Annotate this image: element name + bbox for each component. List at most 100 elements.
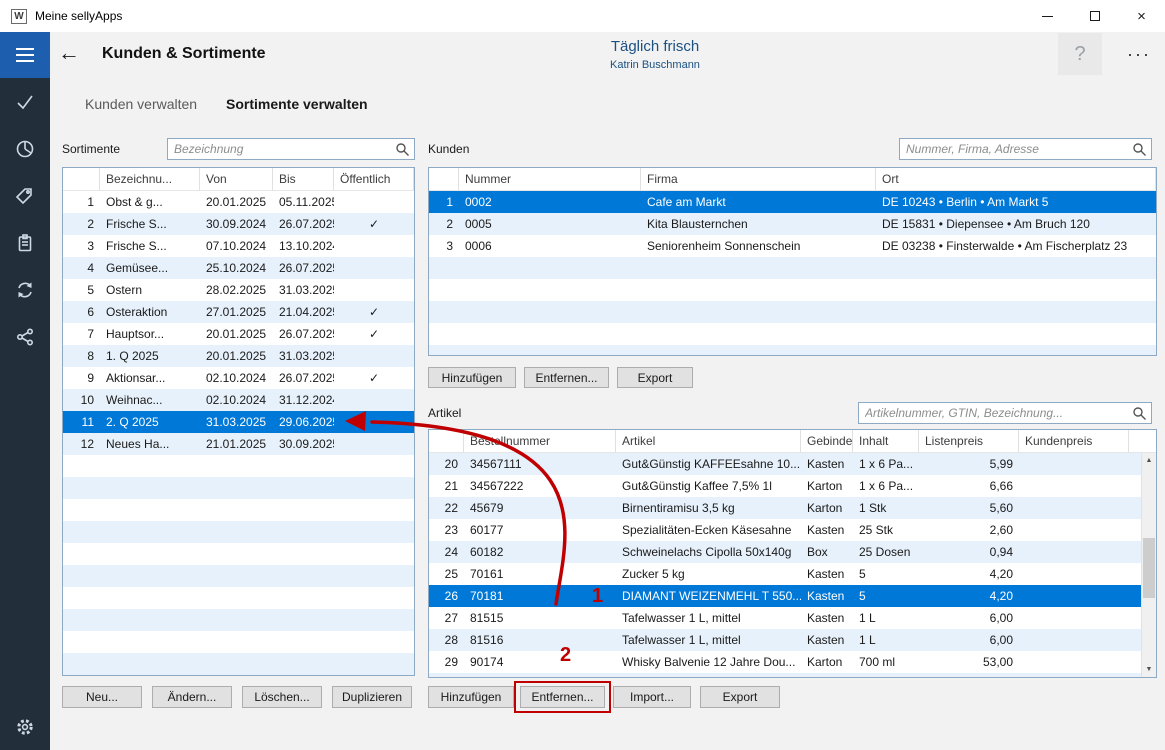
sortimente-row[interactable]: 6 Osteraktion 27.01.2025 21.04.2025 ✓ — [63, 301, 414, 323]
close-button[interactable]: × — [1118, 0, 1165, 32]
scroll-up-icon[interactable]: ▲ — [1142, 453, 1156, 468]
column-header-ort[interactable]: Ort — [876, 168, 1156, 190]
cell-listenpreis: 0,94 — [919, 541, 1019, 563]
artikel-row[interactable]: 25 70161 Zucker 5 kg Kasten 5 4,20 — [429, 563, 1156, 585]
duplizieren-button[interactable]: Duplizieren — [332, 686, 412, 708]
sortimente-table-filler — [63, 455, 414, 675]
sidebar-item-reports[interactable] — [0, 125, 50, 172]
cell-artikel: Gut&Günstig KAFFEEsahne 10... — [616, 453, 801, 475]
artikel-row[interactable]: 29 90174 Whisky Balvenie 12 Jahre Dou...… — [429, 651, 1156, 673]
kunden-row[interactable]: 3 0006 Seniorenheim Sonnenschein DE 0323… — [429, 235, 1156, 257]
neu-button[interactable]: Neu... — [62, 686, 142, 708]
column-header-nummer[interactable]: Nummer — [459, 168, 641, 190]
column-header-von[interactable]: Von — [200, 168, 273, 190]
search-icon[interactable] — [1132, 142, 1147, 157]
cell-bis: 26.07.2025 — [273, 257, 334, 279]
column-header-inhalt[interactable]: Inhalt — [853, 430, 919, 452]
more-button[interactable]: ··· — [1117, 33, 1161, 75]
scroll-down-icon[interactable]: ▼ — [1142, 662, 1156, 677]
column-header-kundenpreis[interactable]: Kundenpreis — [1019, 430, 1129, 452]
sortimente-search-input[interactable] — [168, 139, 414, 159]
cell-bezeichnung: Obst & g... — [100, 191, 200, 213]
sidebar-item-tasks[interactable] — [0, 78, 50, 125]
aendern-button[interactable]: Ändern... — [152, 686, 232, 708]
sortimente-row[interactable]: 2 Frische S... 30.09.2024 26.07.2025 ✓ — [63, 213, 414, 235]
artikel-row[interactable]: 28 81516 Tafelwasser 1 L, mittel Kasten … — [429, 629, 1156, 651]
column-header-rownum[interactable] — [429, 168, 459, 190]
artikel-scrollbar[interactable]: ▲ ▼ — [1141, 453, 1156, 677]
column-header-rownum[interactable] — [63, 168, 100, 190]
cell-bis: 21.04.2025 — [273, 301, 334, 323]
tags-icon — [15, 186, 35, 206]
cell-oeffentlich: ✓ — [334, 367, 414, 389]
kunden-row[interactable]: 1 0002 Cafe am Markt DE 10243 • Berlin •… — [429, 191, 1156, 213]
artikel-import-button[interactable]: Import... — [613, 686, 691, 708]
kunden-row[interactable]: 2 0005 Kita Blausternchen DE 15831 • Die… — [429, 213, 1156, 235]
cell-artikel: DIAMANT WEIZENMEHL T 550... — [616, 585, 801, 607]
column-header-firma[interactable]: Firma — [641, 168, 876, 190]
column-header-artikel[interactable]: Artikel — [616, 430, 801, 452]
sortimente-row[interactable]: 11 2. Q 2025 31.03.2025 29.06.2025 — [63, 411, 414, 433]
tab-sortimente-verwalten[interactable]: Sortimente verwalten — [226, 96, 368, 112]
artikel-row[interactable]: 27 81515 Tafelwasser 1 L, mittel Kasten … — [429, 607, 1156, 629]
column-header-rownum[interactable] — [429, 430, 464, 452]
sortimente-row[interactable]: 3 Frische S... 07.10.2024 13.10.2024 — [63, 235, 414, 257]
artikel-hinzufuegen-button[interactable]: Hinzufügen — [428, 686, 514, 708]
sortimente-row[interactable]: 12 Neues Ha... 21.01.2025 30.09.2025 — [63, 433, 414, 455]
search-icon[interactable] — [1132, 406, 1147, 421]
column-header-listenpreis[interactable]: Listenpreis — [919, 430, 1019, 452]
sidebar-item-sync[interactable] — [0, 266, 50, 313]
cell-rownum: 11 — [63, 411, 100, 433]
sortimente-row[interactable]: 1 Obst & g... 20.01.2025 05.11.2025 — [63, 191, 414, 213]
tab-kunden-verwalten[interactable]: Kunden verwalten — [85, 96, 197, 112]
sortimente-row[interactable]: 4 Gemüsee... 25.10.2024 26.07.2025 — [63, 257, 414, 279]
maximize-button[interactable] — [1071, 0, 1118, 32]
artikel-table: Bestellnummer Artikel Gebinde Inhalt Lis… — [428, 429, 1157, 678]
sidebar-item-orders[interactable] — [0, 219, 50, 266]
hamburger-menu-button[interactable] — [0, 32, 50, 78]
sortimente-row[interactable]: 7 Hauptsor... 20.01.2025 26.07.2025 ✓ — [63, 323, 414, 345]
column-header-bis[interactable]: Bis — [273, 168, 334, 190]
cell-artikel: Zucker 5 kg — [616, 563, 801, 585]
search-icon[interactable] — [395, 142, 410, 157]
artikel-row[interactable]: 23 60177 Spezialitäten-Ecken Käsesahne K… — [429, 519, 1156, 541]
help-button[interactable]: ? — [1058, 33, 1102, 75]
column-header-bestellnummer[interactable]: Bestellnummer — [464, 430, 616, 452]
kunden-hinzufuegen-button[interactable]: Hinzufügen — [428, 367, 516, 388]
artikel-row[interactable]: 24 60182 Schweinelachs Cipolla 50x140g B… — [429, 541, 1156, 563]
share-icon — [15, 327, 35, 347]
kunden-search-input[interactable] — [900, 139, 1151, 159]
artikel-export-button[interactable]: Export — [700, 686, 780, 708]
cell-inhalt: 5 — [853, 563, 919, 585]
sortimente-table-header: Bezeichnu... Von Bis Öffentlich — [63, 168, 414, 191]
sidebar-item-settings[interactable] — [0, 703, 50, 750]
back-button[interactable]: ← — [58, 40, 80, 66]
kunden-export-button[interactable]: Export — [617, 367, 693, 388]
cell-inhalt: 25 Stk — [853, 519, 919, 541]
kunden-entfernen-button[interactable]: Entfernen... — [524, 367, 609, 388]
artikel-row[interactable]: 20 34567111 Gut&Günstig KAFFEEsahne 10..… — [429, 453, 1156, 475]
sortimente-row[interactable]: 9 Aktionsar... 02.10.2024 26.07.2025 ✓ — [63, 367, 414, 389]
column-header-gebinde[interactable]: Gebinde — [801, 430, 853, 452]
sync-icon — [15, 280, 35, 300]
cell-bis: 26.07.2025 — [273, 323, 334, 345]
cell-gebinde: Kasten — [801, 563, 853, 585]
artikel-entfernen-button[interactable]: Entfernen... — [520, 686, 605, 708]
sidebar-item-sortimente[interactable] — [0, 172, 50, 219]
sortimente-row[interactable]: 10 Weihnac... 02.10.2024 31.12.2024 — [63, 389, 414, 411]
cell-von: 20.01.2025 — [200, 323, 273, 345]
artikel-search-input[interactable] — [859, 403, 1151, 423]
scrollbar-thumb[interactable] — [1143, 538, 1155, 598]
cell-gebinde: Box — [801, 541, 853, 563]
sortimente-row[interactable]: 8 1. Q 2025 20.01.2025 31.03.2025 — [63, 345, 414, 367]
artikel-row[interactable]: 22 45679 Birnentiramisu 3,5 kg Karton 1 … — [429, 497, 1156, 519]
sortimente-row[interactable]: 5 Ostern 28.02.2025 31.03.2025 — [63, 279, 414, 301]
minimize-button[interactable] — [1024, 0, 1071, 32]
artikel-row[interactable]: 21 34567222 Gut&Günstig Kaffee 7,5% 1l K… — [429, 475, 1156, 497]
sidebar-item-share[interactable] — [0, 313, 50, 360]
loeschen-button[interactable]: Löschen... — [242, 686, 322, 708]
cell-nummer: 0002 — [459, 191, 641, 213]
column-header-bezeichnung[interactable]: Bezeichnu... — [100, 168, 200, 190]
column-header-oeffentlich[interactable]: Öffentlich — [334, 168, 414, 190]
artikel-row[interactable]: 26 70181 DIAMANT WEIZENMEHL T 550... Kas… — [429, 585, 1156, 607]
